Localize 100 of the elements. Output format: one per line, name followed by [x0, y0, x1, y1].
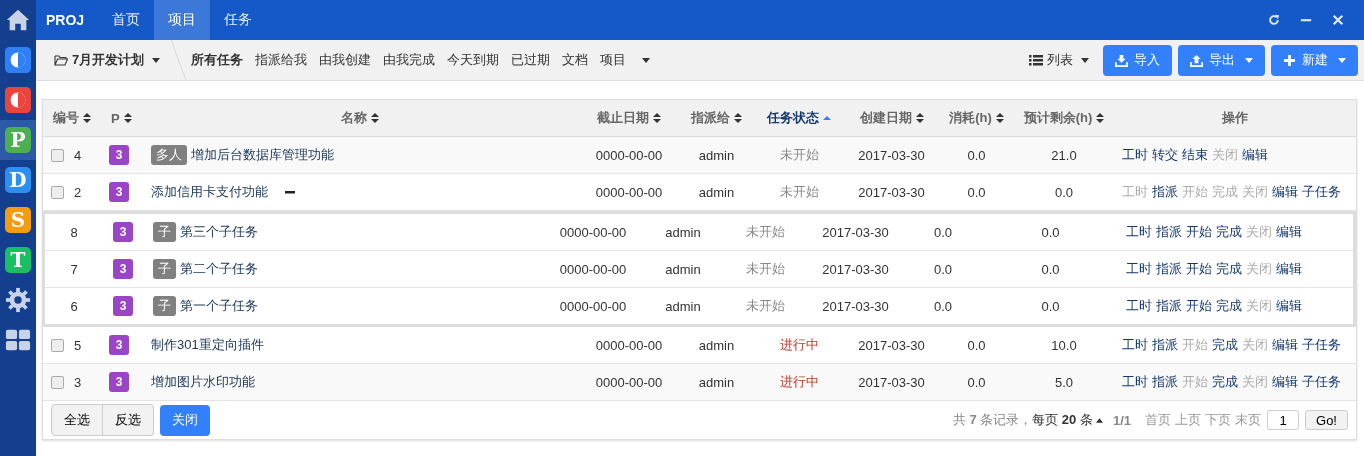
close-button[interactable]: 关闭 — [160, 404, 210, 436]
status-cell-text: 未开始 — [745, 223, 786, 241]
column-header[interactable]: 操作 — [1222, 109, 1248, 127]
app-icon: S — [5, 207, 31, 233]
column-header[interactable]: 截止日期 — [597, 109, 649, 127]
per-page-dropdown[interactable]: 每页 20 条 — [1032, 411, 1103, 429]
deadline-cell-text: 0000-00-00 — [594, 183, 664, 202]
consumed-cell-text: 0.0 — [932, 223, 954, 242]
caret-icon[interactable] — [642, 57, 651, 63]
close-icon[interactable] — [1332, 14, 1344, 26]
remaining-cell-text: 5.0 — [1053, 373, 1075, 392]
filter-tab[interactable]: 项目 — [600, 51, 627, 69]
sort-icon[interactable] — [653, 112, 661, 124]
action-link[interactable]: 工时 — [1126, 297, 1152, 315]
row-checkbox[interactable] — [51, 338, 64, 352]
column-header[interactable]: 编号 — [53, 109, 79, 127]
assignee-cell-text: admin — [697, 336, 736, 355]
select-button[interactable]: 全选 — [51, 404, 103, 436]
page-input[interactable]: 1 — [1267, 410, 1300, 430]
go-button[interactable]: Go! — [1305, 410, 1348, 430]
action-link[interactable]: 工时 — [1122, 373, 1148, 391]
status-cell-text: 未开始 — [745, 260, 786, 278]
column-header[interactable]: 消耗(h) — [949, 109, 992, 127]
caret-icon[interactable] — [1095, 417, 1103, 423]
toolbar-button[interactable]: 导出 — [1178, 44, 1265, 76]
sort-icon[interactable] — [371, 112, 379, 124]
action-link[interactable]: 子任务 — [1302, 336, 1341, 354]
action-link[interactable]: 工时 — [1126, 260, 1152, 278]
column-header[interactable]: 指派给 — [691, 109, 730, 127]
task-name[interactable]: 增加后台数据库管理功能 — [191, 146, 334, 164]
row-checkbox[interactable] — [51, 185, 64, 199]
priority-badge: 3 — [109, 372, 129, 392]
task-name[interactable]: 第一个子任务 — [180, 297, 258, 315]
action-link[interactable]: 指派 — [1156, 223, 1182, 241]
action-link[interactable]: 编辑 — [1272, 373, 1298, 391]
action-link[interactable]: 开始 — [1186, 260, 1212, 278]
filter-tab[interactable]: 由我创建 — [319, 51, 372, 69]
refresh-icon[interactable] — [1268, 14, 1280, 26]
action-link[interactable]: 开始 — [1186, 297, 1212, 315]
action-link[interactable]: 完成 — [1212, 373, 1238, 391]
sort-icon[interactable] — [83, 112, 91, 124]
action-link[interactable]: 结束 — [1182, 146, 1208, 164]
action-link[interactable]: 转交 — [1152, 146, 1178, 164]
action-link[interactable]: 指派 — [1152, 373, 1178, 391]
action-link[interactable]: 子任务 — [1302, 183, 1341, 201]
sort-icon[interactable] — [915, 112, 924, 124]
filter-tab[interactable]: 由我完成 — [383, 51, 436, 69]
action-link[interactable]: 完成 — [1216, 297, 1242, 315]
toolbar-button[interactable]: 新建 — [1271, 44, 1358, 76]
created-date-cell-text: 2017-03-30 — [821, 223, 890, 242]
action-link[interactable]: 编辑 — [1276, 297, 1302, 315]
action-link[interactable]: 完成 — [1216, 260, 1242, 278]
task-id: 8 — [69, 223, 79, 242]
plan-dropdown[interactable]: 7月开发计划 — [36, 51, 169, 69]
nav-tab[interactable]: 任务 — [210, 0, 267, 40]
task-name[interactable]: 第三个子任务 — [180, 223, 258, 241]
action-link[interactable]: 开始 — [1186, 223, 1212, 241]
sort-icon[interactable] — [123, 112, 132, 124]
sort-icon[interactable] — [734, 112, 742, 124]
column-header[interactable]: 创建日期 — [859, 109, 912, 127]
nav-tab[interactable]: 首页 — [98, 0, 155, 40]
remaining-cell-text: 0.0 — [1053, 183, 1075, 202]
action-link[interactable]: 编辑 — [1272, 183, 1298, 201]
action-link[interactable]: 完成 — [1216, 223, 1242, 241]
task-name[interactable]: 第二个子任务 — [180, 260, 258, 278]
row-checkbox[interactable] — [51, 375, 64, 389]
action-link[interactable]: 编辑 — [1276, 260, 1302, 278]
column-header[interactable]: 名称 — [341, 109, 367, 127]
filter-tab[interactable]: 文档 — [562, 51, 589, 69]
task-name[interactable]: 增加图片水印功能 — [151, 373, 255, 391]
action-link[interactable]: 完成 — [1212, 336, 1238, 354]
task-id: 6 — [69, 297, 79, 316]
action-link[interactable]: 指派 — [1156, 260, 1182, 278]
task-name[interactable]: 添加信用卡支付功能 — [151, 183, 268, 201]
select-button[interactable]: 反选 — [103, 404, 154, 436]
row-checkbox[interactable] — [51, 148, 64, 162]
task-name[interactable]: 制作301重定向插件 — [151, 336, 264, 354]
action-link[interactable]: 指派 — [1152, 336, 1178, 354]
filter-tab[interactable]: 所有任务 — [191, 51, 244, 69]
column-header[interactable]: P — [111, 110, 120, 126]
action-link[interactable]: 指派 — [1152, 183, 1178, 201]
sort-icon[interactable] — [1096, 112, 1105, 124]
action-link[interactable]: 编辑 — [1272, 336, 1298, 354]
consumed-cell-text: 0.0 — [966, 336, 987, 355]
column-header[interactable]: 任务状态 — [767, 109, 819, 127]
filter-tab[interactable]: 指派给我 — [255, 51, 308, 69]
sort-icon[interactable] — [995, 112, 1004, 124]
filter-tab[interactable]: 已过期 — [511, 51, 551, 69]
action-link[interactable]: 子任务 — [1302, 373, 1341, 391]
action-link[interactable]: 编辑 — [1242, 146, 1268, 164]
action-link[interactable]: 工时 — [1122, 146, 1148, 164]
nav-tab[interactable]: 项目 — [154, 0, 211, 40]
action-link[interactable]: 指派 — [1156, 297, 1182, 315]
app-icon: P — [5, 127, 31, 153]
action-link[interactable]: 工时 — [1126, 223, 1152, 241]
column-header[interactable]: 预计剩余(h) — [1023, 109, 1093, 127]
toolbar-button[interactable]: 导入 — [1103, 44, 1172, 76]
filter-tab[interactable]: 今天到期 — [447, 51, 500, 69]
action-link[interactable]: 工时 — [1122, 336, 1148, 354]
action-link[interactable]: 编辑 — [1276, 223, 1302, 241]
